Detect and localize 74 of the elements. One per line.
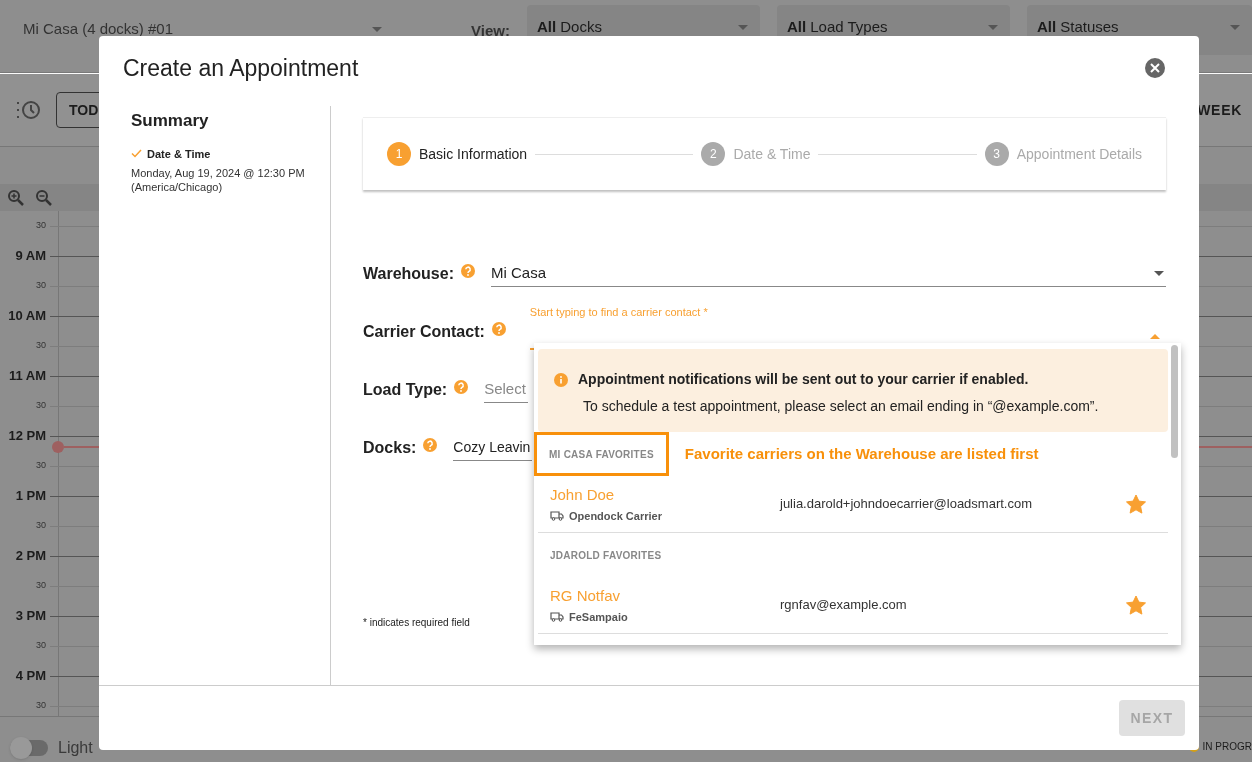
select-field[interactable]: Mi Casa: [491, 261, 1166, 287]
required-note: * indicates required field: [363, 616, 470, 630]
contact-company: FeSampaio: [569, 610, 628, 625]
truck-icon: [550, 612, 564, 623]
caret-icon: [987, 25, 998, 30]
time-label: 30: [35, 699, 46, 713]
step-number: 2: [701, 142, 726, 166]
caret-icon: [1150, 334, 1160, 339]
caret-icon: [1229, 25, 1240, 30]
step-number: 3: [984, 142, 1009, 166]
step[interactable]: 2 Date & Time: [701, 142, 811, 166]
dialog-title: Create an Appointment: [123, 53, 359, 83]
contact-option[interactable]: RG Notfav FeSampaio rgnfav@example.com: [538, 577, 1168, 634]
select-field[interactable]: Cozy Leavin: [453, 435, 533, 461]
time-label: 1 PM: [14, 487, 46, 506]
field-label: Warehouse:: [363, 264, 454, 284]
notice-title: Appointment notifications will be sent out to your carrier if enabled.: [578, 370, 1029, 389]
time-label: 30: [35, 459, 46, 473]
help-icon[interactable]: [423, 438, 438, 452]
time-label: 12 PM: [7, 427, 46, 446]
field-label: Docks:: [363, 438, 417, 458]
week-button[interactable]: WEEK: [1197, 99, 1242, 121]
contact-company: Opendock Carrier: [569, 509, 662, 524]
contact-email: julia.darold+johndoecarrier@loadsmart.com: [780, 495, 1032, 514]
summary-title: Summary: [131, 110, 210, 132]
help-icon[interactable]: [461, 264, 475, 278]
summary-item-value: Monday, Aug 19, 2024 @ 12:30 PM (America/Chicago): [131, 166, 306, 194]
help-icon[interactable]: [454, 380, 469, 394]
notice-text: To schedule a test appointment, please select an email ending in “@example.com”.: [583, 397, 1100, 416]
caret-icon: [1154, 271, 1164, 276]
legend-label: IN PROGR: [1202, 740, 1252, 754]
group-heading: MI CASA FAVORITES: [534, 432, 669, 476]
time-label: 30: [35, 399, 46, 413]
time-label: 30: [35, 639, 46, 653]
time-label: 30: [35, 339, 46, 353]
time-label: 2 PM: [14, 547, 46, 566]
time-label: 10 AM: [7, 307, 46, 326]
theme-toggle-label: Light: [58, 737, 93, 758]
step[interactable]: 3 Appointment Details: [984, 142, 1142, 166]
group-heading: JDAROLD FAVORITES: [549, 548, 663, 563]
caret-icon: [372, 26, 382, 32]
contact-option[interactable]: John Doe Opendock Carrier julia.darold+johndoecarrier@loadsmart.com: [538, 476, 1168, 533]
theme-toggle[interactable]: [10, 739, 48, 756]
time-label: 30: [35, 519, 46, 533]
step-number: 1: [387, 142, 411, 166]
step[interactable]: 1 Basic Information: [387, 142, 528, 166]
annotation-text: Favorite carriers on the Warehouse are listed first: [684, 443, 1039, 464]
field-label: Carrier Contact:: [363, 322, 485, 342]
info-icon: [554, 372, 568, 387]
close-icon[interactable]: [1144, 57, 1166, 79]
time-label: 30: [35, 279, 46, 293]
time-label: 30: [35, 219, 46, 233]
select-field[interactable]: Select: [484, 377, 528, 403]
field-label: Load Type:: [363, 380, 448, 400]
history-icon[interactable]: [16, 99, 42, 121]
summary-item-label: Date & Time: [147, 146, 211, 162]
contact-name: John Doe: [550, 484, 616, 505]
zoom-out-icon[interactable]: [35, 189, 53, 207]
zoom-in-icon[interactable]: [7, 189, 25, 207]
truck-icon: [550, 511, 564, 522]
scrollbar-thumb[interactable]: [1171, 345, 1178, 458]
caret-icon: [737, 25, 748, 30]
time-label: 30: [35, 579, 46, 593]
contact-name: RG Notfav: [550, 585, 622, 606]
location-select[interactable]: Mi Casa (4 docks) #01: [0, 4, 390, 54]
star-icon[interactable]: [1126, 494, 1146, 514]
star-icon[interactable]: [1126, 595, 1146, 615]
time-label: 3 PM: [14, 607, 46, 626]
help-icon[interactable]: [491, 322, 506, 336]
time-label: 4 PM: [14, 667, 46, 686]
time-label: 11 AM: [7, 367, 46, 386]
view-label: View:: [471, 21, 510, 41]
time-label: 9 AM: [14, 247, 46, 266]
contact-email: rgnfav@example.com: [780, 596, 907, 615]
